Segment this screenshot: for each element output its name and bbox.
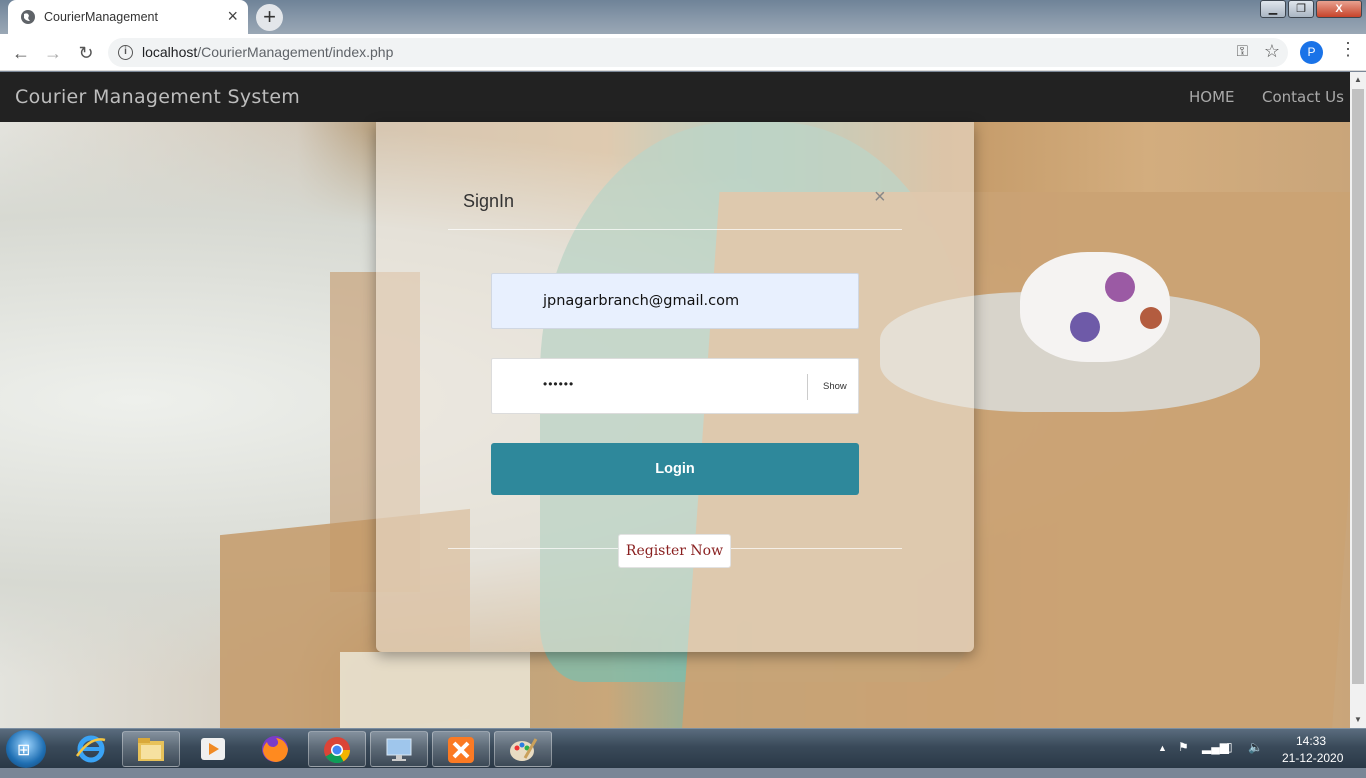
key-icon[interactable]: ⚿: [1237, 43, 1248, 60]
windows-taskbar: ⊞ ▲ ⚑ ▂▄▆ ▯ 🔈 14:33 21-12-2020: [0, 728, 1366, 768]
url-text[interactable]: localhost/CourierManagement/index.php: [142, 44, 393, 60]
scroll-up-icon[interactable]: ▲: [1350, 72, 1366, 88]
minimize-button[interactable]: ▁: [1260, 0, 1286, 18]
nav-link-home[interactable]: HOME: [1189, 88, 1235, 106]
email-field[interactable]: jpnagarbranch@gmail.com: [491, 273, 859, 329]
chrome-icon[interactable]: [308, 731, 366, 767]
maximize-button[interactable]: ❐: [1288, 0, 1314, 18]
remote-desktop-icon[interactable]: [370, 731, 428, 767]
close-icon[interactable]: ×: [874, 186, 886, 209]
page-viewport: Courier Management System HOME Contact U…: [0, 72, 1350, 728]
xampp-icon[interactable]: [432, 731, 490, 767]
star-icon[interactable]: ☆: [1264, 41, 1280, 62]
login-button[interactable]: Login: [491, 443, 859, 495]
password-field[interactable]: •••••• Show: [491, 358, 859, 414]
background-mug-dot: [1140, 307, 1162, 329]
url-path: /CourierManagement/index.php: [197, 44, 394, 60]
address-bar[interactable]: i localhost/CourierManagement/index.php …: [108, 38, 1288, 67]
site-brand[interactable]: Courier Management System: [15, 86, 300, 108]
new-tab-button[interactable]: +: [256, 4, 283, 31]
start-button[interactable]: ⊞: [6, 730, 46, 768]
globe-icon: [21, 10, 35, 24]
clock-time[interactable]: 14:33: [1296, 734, 1326, 748]
back-arrow-icon[interactable]: ←: [8, 40, 34, 66]
browser-toolbar: ← → ↻ i localhost/CourierManagement/inde…: [0, 34, 1366, 71]
nav-link-contact[interactable]: Contact Us: [1262, 88, 1344, 106]
page-scrollbar[interactable]: ▲ ▼: [1350, 72, 1366, 728]
network-signal-icon[interactable]: ▂▄▆: [1202, 740, 1229, 754]
email-value: jpnagarbranch@gmail.com: [543, 293, 740, 309]
vertical-dots-icon[interactable]: ⋮: [1338, 39, 1358, 60]
background-box: [340, 652, 530, 728]
reload-icon[interactable]: ↻: [73, 40, 99, 66]
device-icon[interactable]: ▯: [1226, 740, 1233, 754]
browser-tabstrip: CourierManagement × + ▁ ❐ X: [0, 0, 1366, 34]
info-icon[interactable]: i: [118, 45, 133, 60]
modal-divider: [448, 229, 902, 230]
background-mug-dot: [1070, 312, 1100, 342]
forward-arrow-icon[interactable]: →: [40, 40, 66, 66]
firefox-icon[interactable]: [246, 731, 304, 767]
window-close-button[interactable]: X: [1316, 0, 1362, 18]
register-button[interactable]: Register Now: [618, 534, 731, 568]
profile-avatar[interactable]: P: [1300, 41, 1323, 64]
windows-logo-icon: ⊞: [17, 742, 31, 759]
volume-icon[interactable]: 🔈: [1248, 740, 1263, 754]
media-player-icon[interactable]: [184, 731, 242, 767]
tab-close-icon[interactable]: ×: [227, 7, 238, 25]
file-explorer-icon[interactable]: [122, 731, 180, 767]
url-host: localhost: [142, 44, 198, 60]
site-navbar: Courier Management System HOME Contact U…: [0, 72, 1350, 122]
paint-icon[interactable]: [494, 731, 552, 767]
show-password-button[interactable]: Show: [823, 381, 847, 392]
field-separator: [807, 374, 808, 400]
background-mug-dot: [1105, 272, 1135, 302]
scroll-down-icon[interactable]: ▼: [1350, 712, 1366, 728]
browser-tab[interactable]: CourierManagement ×: [8, 0, 248, 34]
clock-date[interactable]: 21-12-2020: [1282, 751, 1343, 765]
signin-title: SignIn: [463, 191, 515, 211]
tab-title: CourierManagement: [44, 10, 158, 24]
action-center-flag-icon[interactable]: ⚑: [1178, 740, 1189, 754]
scroll-thumb[interactable]: [1352, 89, 1364, 684]
signin-modal: SignIn × jpnagarbranch@gmail.com •••••• …: [376, 122, 974, 652]
password-value: ••••••: [543, 377, 575, 391]
show-hidden-icons-icon[interactable]: ▲: [1158, 743, 1167, 753]
internet-explorer-icon[interactable]: [62, 731, 120, 767]
window-controls: ▁ ❐ X: [1258, 0, 1362, 18]
